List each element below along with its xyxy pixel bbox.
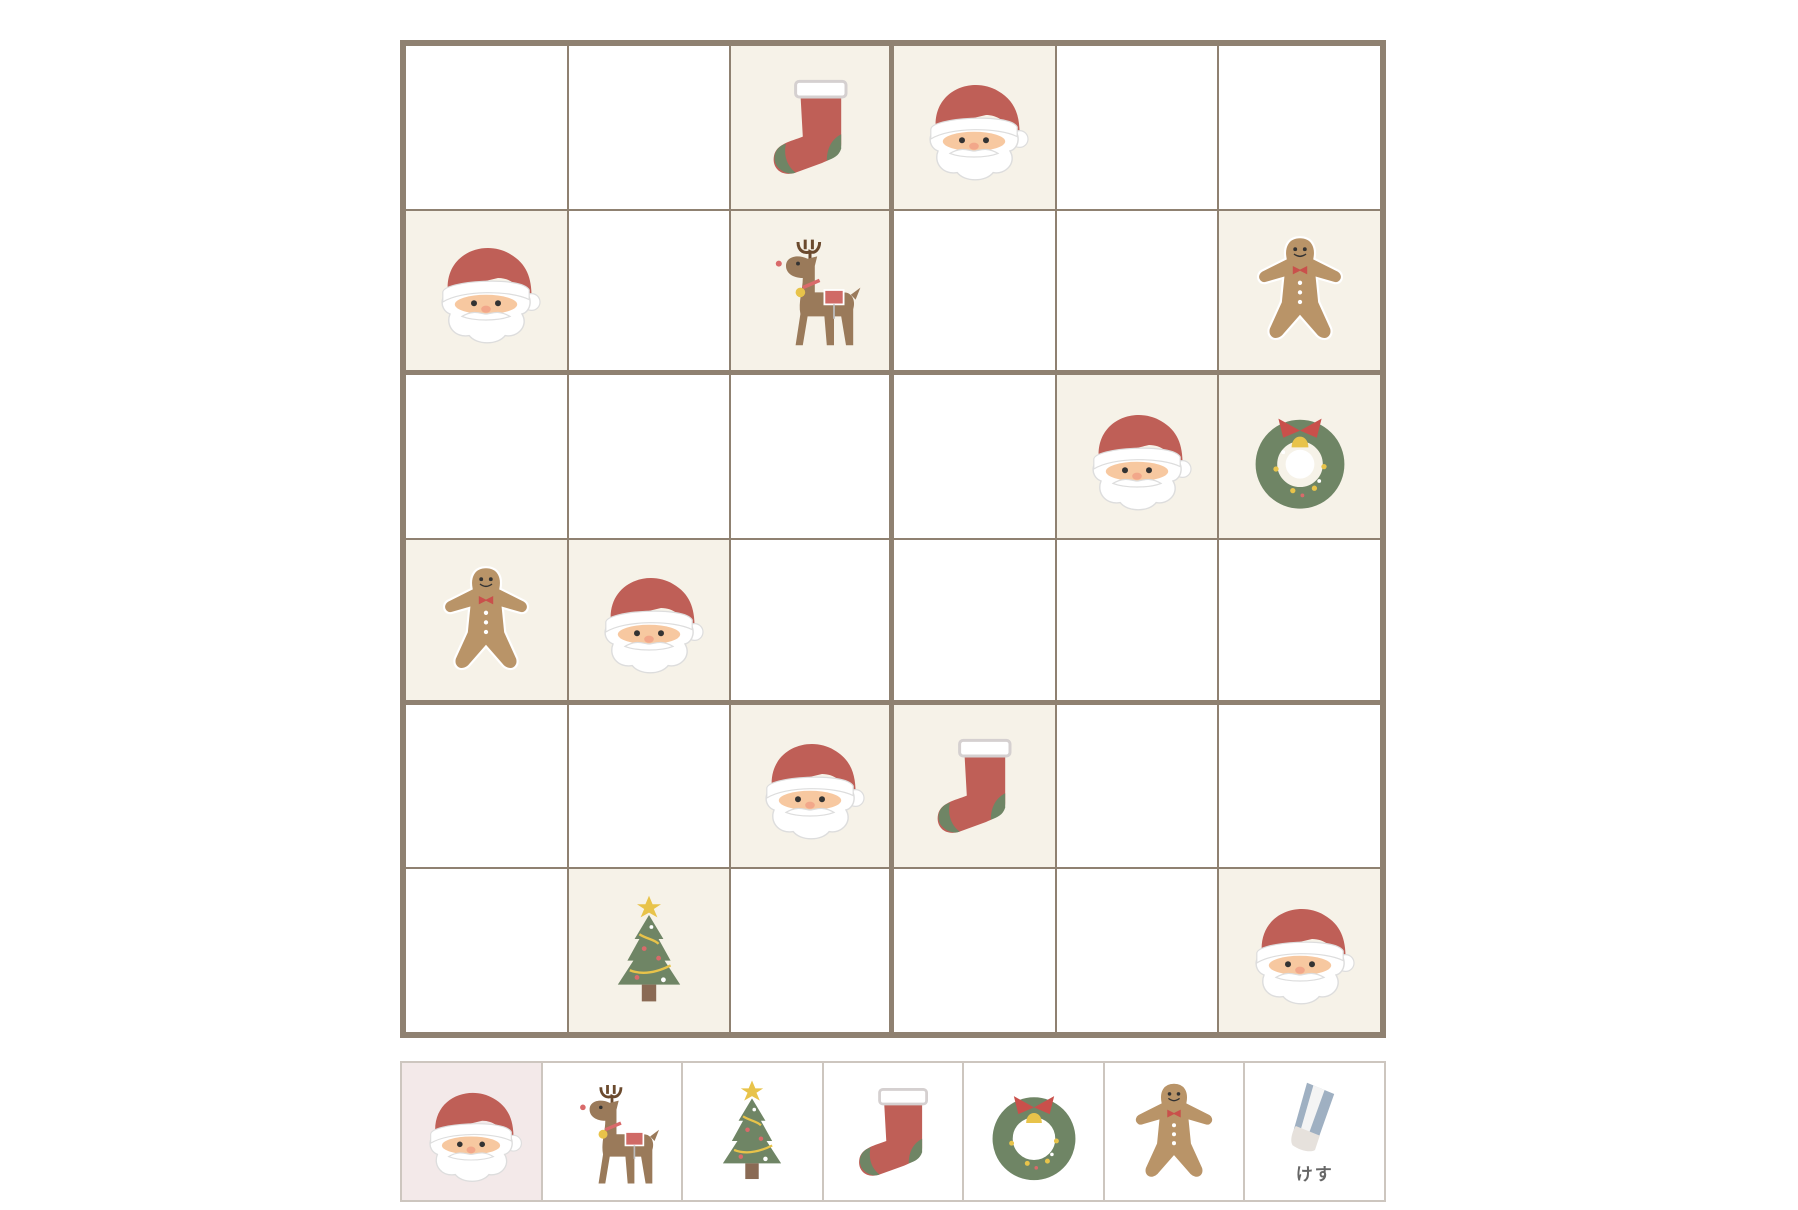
puzzle-board — [400, 40, 1386, 1038]
board-cell[interactable] — [568, 869, 730, 1032]
board-cell[interactable] — [731, 704, 889, 868]
board-cell[interactable] — [731, 210, 889, 371]
gingerbread-icon — [426, 560, 546, 680]
board-cell[interactable] — [406, 869, 567, 1032]
board-cell[interactable] — [894, 375, 1055, 538]
board-cell[interactable] — [894, 210, 1055, 371]
board-cell[interactable] — [731, 46, 889, 209]
board-cell[interactable] — [731, 540, 889, 700]
board-cell[interactable] — [1219, 704, 1380, 868]
board-cell[interactable] — [731, 869, 889, 1032]
gingerbread-icon — [1240, 230, 1360, 350]
board-cell[interactable] — [568, 375, 730, 538]
stocking-icon — [750, 67, 870, 187]
board-cell[interactable] — [1219, 375, 1380, 538]
palette-eraser-button[interactable]: けす — [1245, 1063, 1384, 1200]
board-cell[interactable] — [568, 46, 730, 209]
santa-icon — [750, 726, 870, 846]
board-cell[interactable] — [406, 704, 567, 868]
reindeer-icon — [750, 230, 870, 350]
board-cell[interactable] — [568, 540, 730, 700]
santa-icon — [1240, 891, 1360, 1011]
tree-icon — [589, 891, 709, 1011]
icon-palette: けす — [400, 1061, 1386, 1202]
board-cell[interactable] — [568, 704, 730, 868]
palette-reindeer-button[interactable] — [542, 1063, 682, 1200]
board-cell[interactable] — [406, 540, 567, 700]
board-cell[interactable] — [894, 46, 1055, 209]
palette-label: けす — [1295, 1165, 1334, 1185]
board-cell[interactable] — [894, 540, 1055, 700]
board-cell[interactable] — [406, 375, 567, 538]
santa-icon — [415, 1076, 527, 1188]
board-cell[interactable] — [406, 210, 567, 371]
eraser-icon — [1275, 1078, 1355, 1158]
board-cell[interactable] — [1056, 46, 1218, 209]
board-cell[interactable] — [1219, 210, 1380, 371]
gingerbread-icon — [1118, 1076, 1230, 1188]
board-cell[interactable] — [568, 210, 730, 371]
stocking-icon — [914, 726, 1034, 846]
board-cell[interactable] — [894, 704, 1055, 868]
santa-icon — [914, 67, 1034, 187]
board-cell[interactable] — [1056, 869, 1218, 1032]
wreath-icon — [1240, 397, 1360, 517]
board-cell[interactable] — [1056, 210, 1218, 371]
santa-icon — [1077, 397, 1197, 517]
board-cell[interactable] — [1056, 375, 1218, 538]
board-cell[interactable] — [1056, 704, 1218, 868]
santa-icon — [426, 230, 546, 350]
board-cell[interactable] — [1219, 540, 1380, 700]
palette-stocking-button[interactable] — [823, 1063, 963, 1200]
board-cell[interactable] — [1219, 46, 1380, 209]
wreath-icon — [978, 1076, 1090, 1188]
stocking-icon — [837, 1076, 949, 1188]
santa-icon — [589, 560, 709, 680]
palette-tree-button[interactable] — [683, 1063, 822, 1200]
board-cell[interactable] — [894, 869, 1055, 1032]
board-cell[interactable] — [731, 375, 889, 538]
tree-icon — [696, 1076, 808, 1188]
board-cell[interactable] — [406, 46, 567, 209]
board-cell[interactable] — [1219, 869, 1380, 1032]
palette-wreath-button[interactable] — [964, 1063, 1103, 1200]
reindeer-icon — [556, 1076, 668, 1188]
board-cell[interactable] — [1056, 540, 1218, 700]
palette-santa-button[interactable] — [402, 1063, 541, 1200]
palette-gingerbread-button[interactable] — [1104, 1063, 1244, 1200]
